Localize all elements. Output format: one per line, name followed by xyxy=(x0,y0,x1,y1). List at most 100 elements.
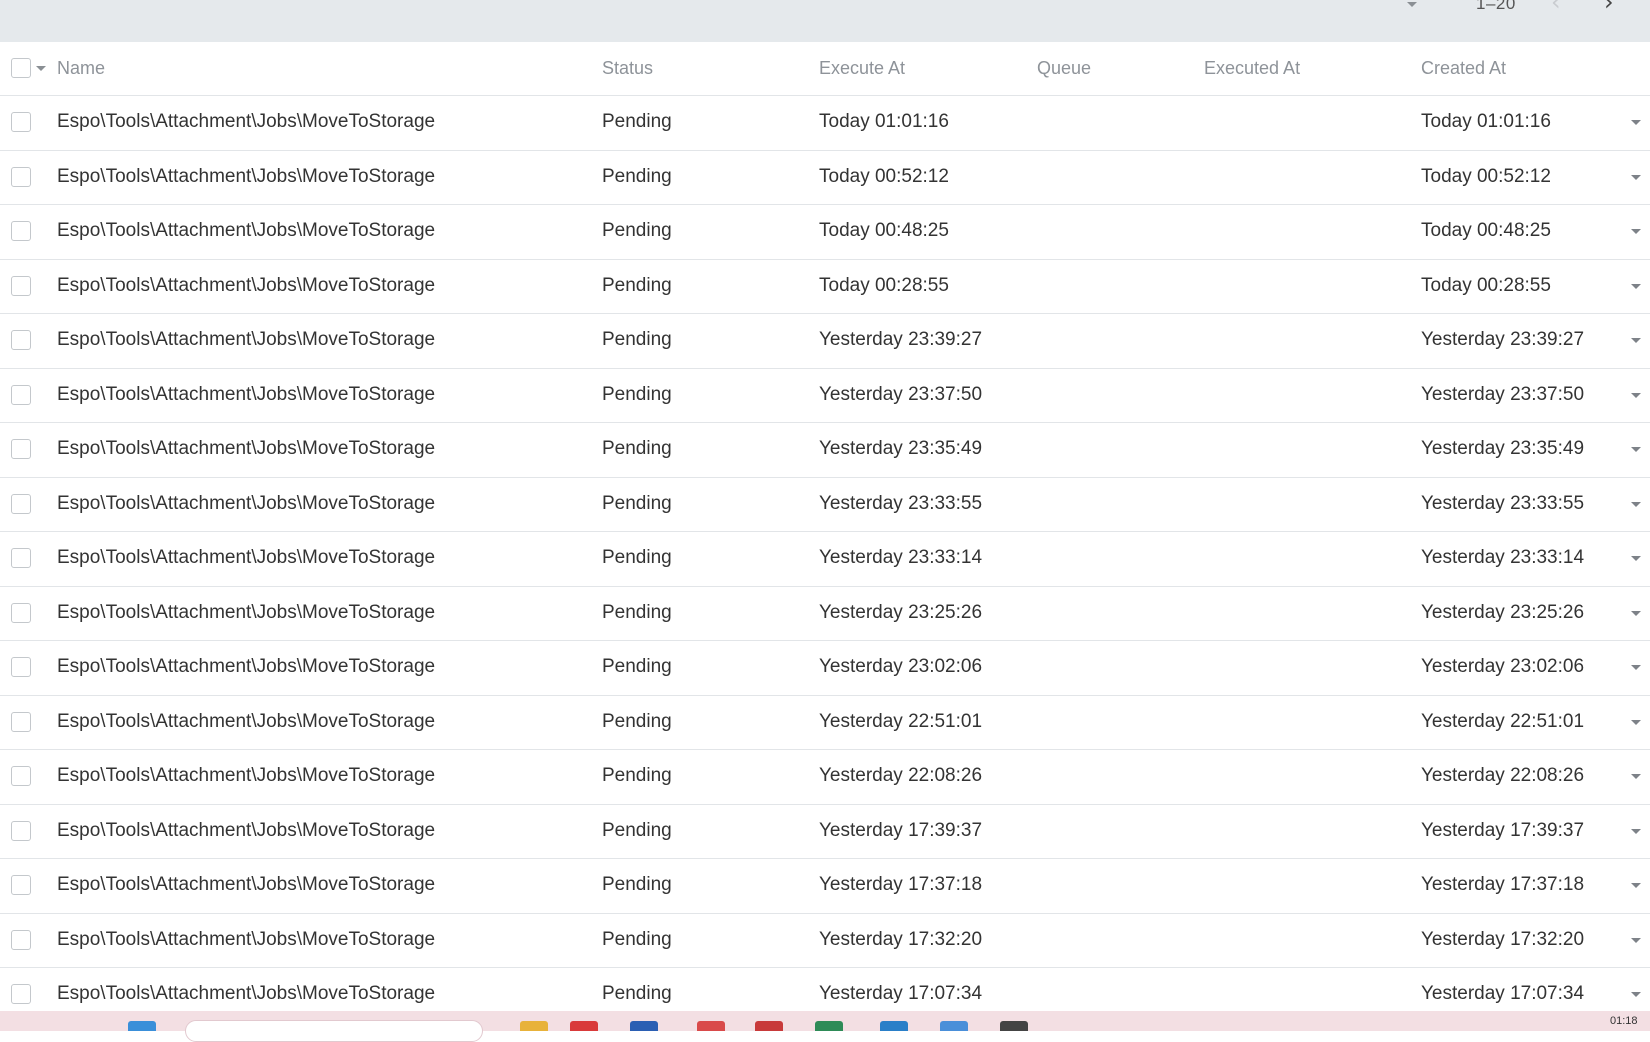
row-checkbox[interactable] xyxy=(11,820,31,841)
table-row[interactable]: Espo\Tools\Attachment\Jobs\MoveToStorage… xyxy=(0,96,1650,151)
cell-name[interactable]: Espo\Tools\Attachment\Jobs\MoveToStorage xyxy=(57,220,435,242)
column-header-name[interactable]: Name xyxy=(57,58,105,79)
table-row[interactable]: Espo\Tools\Attachment\Jobs\MoveToStorage… xyxy=(0,151,1650,205)
select-all-caret-icon[interactable] xyxy=(36,66,46,71)
jobs-list: Name Status Execute At Queue Executed At… xyxy=(0,42,1650,1023)
row-actions-caret-icon[interactable] xyxy=(1631,338,1641,343)
row-actions-caret-icon[interactable] xyxy=(1631,883,1641,888)
row-checkbox[interactable] xyxy=(11,221,31,241)
row-actions-caret-icon[interactable] xyxy=(1631,937,1641,943)
cell-name[interactable]: Espo\Tools\Attachment\Jobs\MoveToStorage xyxy=(57,329,435,351)
row-checkbox[interactable] xyxy=(11,439,31,459)
row-checkbox[interactable] xyxy=(11,711,31,732)
row-actions-caret-icon[interactable] xyxy=(1631,610,1641,616)
cell-name[interactable]: Espo\Tools\Attachment\Jobs\MoveToStorage xyxy=(57,493,435,515)
app-icon[interactable] xyxy=(940,1021,968,1031)
row-checkbox[interactable] xyxy=(11,275,31,296)
table-row[interactable]: Espo\Tools\Attachment\Jobs\MoveToStorage… xyxy=(0,696,1650,750)
column-header-execute-at[interactable]: Execute At xyxy=(819,58,905,79)
chrome-icon[interactable] xyxy=(570,1021,598,1031)
row-actions-caret-icon[interactable] xyxy=(1631,447,1641,452)
select-all-checkbox[interactable] xyxy=(11,58,31,78)
row-checkbox[interactable] xyxy=(11,548,31,568)
cell-status: Pending xyxy=(602,383,672,405)
table-row[interactable]: Espo\Tools\Attachment\Jobs\MoveToStorage… xyxy=(0,587,1650,641)
table-row[interactable]: Espo\Tools\Attachment\Jobs\MoveToStorage… xyxy=(0,859,1650,914)
chevron-left-icon[interactable]: ‹ xyxy=(1551,0,1561,14)
row-checkbox[interactable] xyxy=(11,166,31,187)
table-row[interactable]: Espo\Tools\Attachment\Jobs\MoveToStorage… xyxy=(0,423,1650,478)
cell-status: Pending xyxy=(602,656,672,677)
row-actions-caret-icon[interactable] xyxy=(1631,556,1641,561)
row-actions-caret-icon[interactable] xyxy=(1631,283,1641,289)
app-icon[interactable] xyxy=(697,1021,725,1031)
table-row[interactable]: Espo\Tools\Attachment\Jobs\MoveToStorage… xyxy=(0,914,1650,968)
app-icon[interactable] xyxy=(880,1021,908,1031)
row-checkbox[interactable] xyxy=(11,112,31,132)
excel-icon[interactable] xyxy=(815,1021,843,1031)
table-row[interactable]: Espo\Tools\Attachment\Jobs\MoveToStorage… xyxy=(0,369,1650,423)
row-checkbox[interactable] xyxy=(11,330,31,350)
cell-status: Pending xyxy=(602,601,672,623)
table-row[interactable]: Espo\Tools\Attachment\Jobs\MoveToStorage… xyxy=(0,260,1650,314)
cell-name[interactable]: Espo\Tools\Attachment\Jobs\MoveToStorage xyxy=(57,765,435,787)
cell-name[interactable]: Espo\Tools\Attachment\Jobs\MoveToStorage xyxy=(57,111,435,133)
table-row[interactable]: Espo\Tools\Attachment\Jobs\MoveToStorage… xyxy=(0,478,1650,532)
cell-created-at: Yesterday 23:33:55 xyxy=(1421,492,1585,514)
row-actions-caret-icon[interactable] xyxy=(1631,828,1641,834)
cell-name[interactable]: Espo\Tools\Attachment\Jobs\MoveToStorage xyxy=(57,384,435,406)
cell-name[interactable]: Espo\Tools\Attachment\Jobs\MoveToStorage xyxy=(57,874,435,896)
terminal-icon[interactable] xyxy=(1000,1021,1028,1031)
row-actions-caret-icon[interactable] xyxy=(1631,120,1641,125)
cell-name[interactable]: Espo\Tools\Attachment\Jobs\MoveToStorage xyxy=(57,929,435,951)
calendar-icon[interactable] xyxy=(755,1021,783,1031)
row-checkbox[interactable] xyxy=(11,875,31,895)
cell-name[interactable]: Espo\Tools\Attachment\Jobs\MoveToStorage xyxy=(57,602,435,624)
cell-name[interactable]: Espo\Tools\Attachment\Jobs\MoveToStorage xyxy=(57,820,435,842)
row-checkbox[interactable] xyxy=(11,984,31,1004)
row-actions-caret-icon[interactable] xyxy=(1631,719,1641,725)
cell-execute-at: Yesterday 22:51:01 xyxy=(819,710,983,732)
row-checkbox[interactable] xyxy=(11,384,31,405)
cell-created-at: Yesterday 22:08:26 xyxy=(1421,765,1585,786)
taskbar-search-input[interactable] xyxy=(185,1020,483,1042)
cell-name[interactable]: Espo\Tools\Attachment\Jobs\MoveToStorage xyxy=(57,438,435,460)
table-row[interactable]: Espo\Tools\Attachment\Jobs\MoveToStorage… xyxy=(0,314,1650,369)
windows-start-icon[interactable] xyxy=(128,1021,156,1031)
row-actions-caret-icon[interactable] xyxy=(1631,992,1641,997)
column-header-status[interactable]: Status xyxy=(602,58,653,79)
word-icon[interactable] xyxy=(630,1021,658,1031)
row-checkbox[interactable] xyxy=(11,602,31,623)
row-actions-caret-icon[interactable] xyxy=(1631,501,1641,507)
row-checkbox[interactable] xyxy=(11,766,31,786)
cell-execute-at: Today 01:01:16 xyxy=(819,111,949,132)
row-actions-caret-icon[interactable] xyxy=(1631,392,1641,398)
file-explorer-icon[interactable] xyxy=(520,1021,548,1031)
row-actions-caret-icon[interactable] xyxy=(1631,665,1641,670)
table-row[interactable]: Espo\Tools\Attachment\Jobs\MoveToStorage… xyxy=(0,805,1650,859)
row-checkbox[interactable] xyxy=(11,493,31,514)
sort-dropdown-caret-icon[interactable] xyxy=(1407,2,1417,7)
cell-name[interactable]: Espo\Tools\Attachment\Jobs\MoveToStorage xyxy=(57,275,435,297)
cell-name[interactable]: Espo\Tools\Attachment\Jobs\MoveToStorage xyxy=(57,166,435,188)
cell-execute-at: Yesterday 23:39:27 xyxy=(819,329,983,350)
column-header-queue[interactable]: Queue xyxy=(1037,58,1091,79)
cell-status: Pending xyxy=(602,547,672,568)
table-row[interactable]: Espo\Tools\Attachment\Jobs\MoveToStorage… xyxy=(0,750,1650,805)
column-header-executed-at[interactable]: Executed At xyxy=(1204,58,1300,79)
row-actions-caret-icon[interactable] xyxy=(1631,774,1641,779)
cell-execute-at: Yesterday 23:02:06 xyxy=(819,656,983,677)
cell-name[interactable]: Espo\Tools\Attachment\Jobs\MoveToStorage xyxy=(57,656,435,678)
table-row[interactable]: Espo\Tools\Attachment\Jobs\MoveToStorage… xyxy=(0,205,1650,260)
cell-name[interactable]: Espo\Tools\Attachment\Jobs\MoveToStorage xyxy=(57,983,435,1005)
cell-name[interactable]: Espo\Tools\Attachment\Jobs\MoveToStorage xyxy=(57,547,435,569)
row-checkbox[interactable] xyxy=(11,929,31,950)
chevron-right-icon[interactable]: › xyxy=(1604,0,1614,14)
row-actions-caret-icon[interactable] xyxy=(1631,229,1641,234)
row-checkbox[interactable] xyxy=(11,657,31,677)
table-row[interactable]: Espo\Tools\Attachment\Jobs\MoveToStorage… xyxy=(0,532,1650,587)
column-header-created-at[interactable]: Created At xyxy=(1421,58,1506,79)
row-actions-caret-icon[interactable] xyxy=(1631,174,1641,180)
cell-name[interactable]: Espo\Tools\Attachment\Jobs\MoveToStorage xyxy=(57,711,435,733)
table-row[interactable]: Espo\Tools\Attachment\Jobs\MoveToStorage… xyxy=(0,641,1650,696)
